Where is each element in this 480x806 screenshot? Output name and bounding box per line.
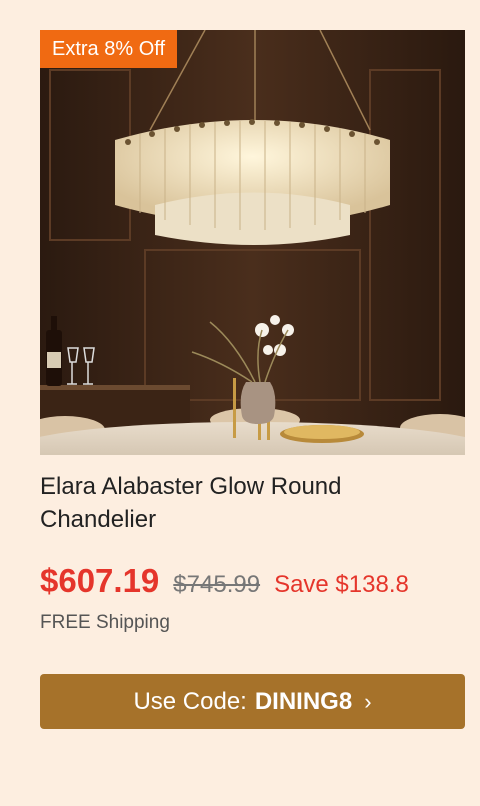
original-price: $745.99: [173, 571, 261, 598]
cta-label: Use Code:: [133, 687, 247, 715]
savings-amount: Save $138.8: [274, 571, 409, 598]
product-title[interactable]: Elara Alabaster Glow Round Chandelier: [40, 470, 440, 536]
product-image[interactable]: Extra 8% Off: [40, 30, 465, 455]
discount-badge: Extra 8% Off: [40, 30, 178, 68]
price-row: $607.19 $745.99 Save $138.8: [40, 562, 409, 602]
use-code-button[interactable]: Use Code: DINING8 ›: [40, 674, 465, 729]
shipping-info: FREE Shipping: [40, 612, 170, 633]
promo-code: DINING8: [254, 687, 353, 715]
product-card[interactable]: Extra 8% Off: [40, 30, 465, 455]
chandelier-photo: [40, 30, 465, 455]
sale-price: $607.19: [40, 562, 160, 599]
chevron-right-icon: ›: [364, 688, 372, 714]
